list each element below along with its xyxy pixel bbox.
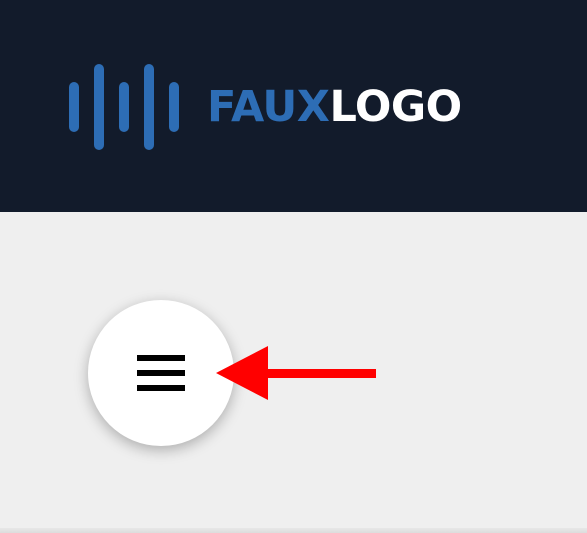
menu-button[interactable] — [88, 300, 234, 446]
site-logo[interactable]: FAUXLOGO — [69, 64, 462, 150]
site-header: FAUXLOGO — [0, 0, 587, 212]
sound-wave-bars-icon — [69, 64, 179, 150]
page: FAUXLOGO — [0, 0, 587, 533]
hamburger-menu-icon — [137, 355, 185, 391]
logo-text-faux: FAUX — [207, 82, 330, 132]
logo-wordmark: FAUXLOGO — [207, 81, 462, 133]
bottom-divider — [0, 528, 587, 533]
arrow-left-icon — [216, 346, 376, 400]
logo-text-logo: LOGO — [329, 82, 462, 132]
